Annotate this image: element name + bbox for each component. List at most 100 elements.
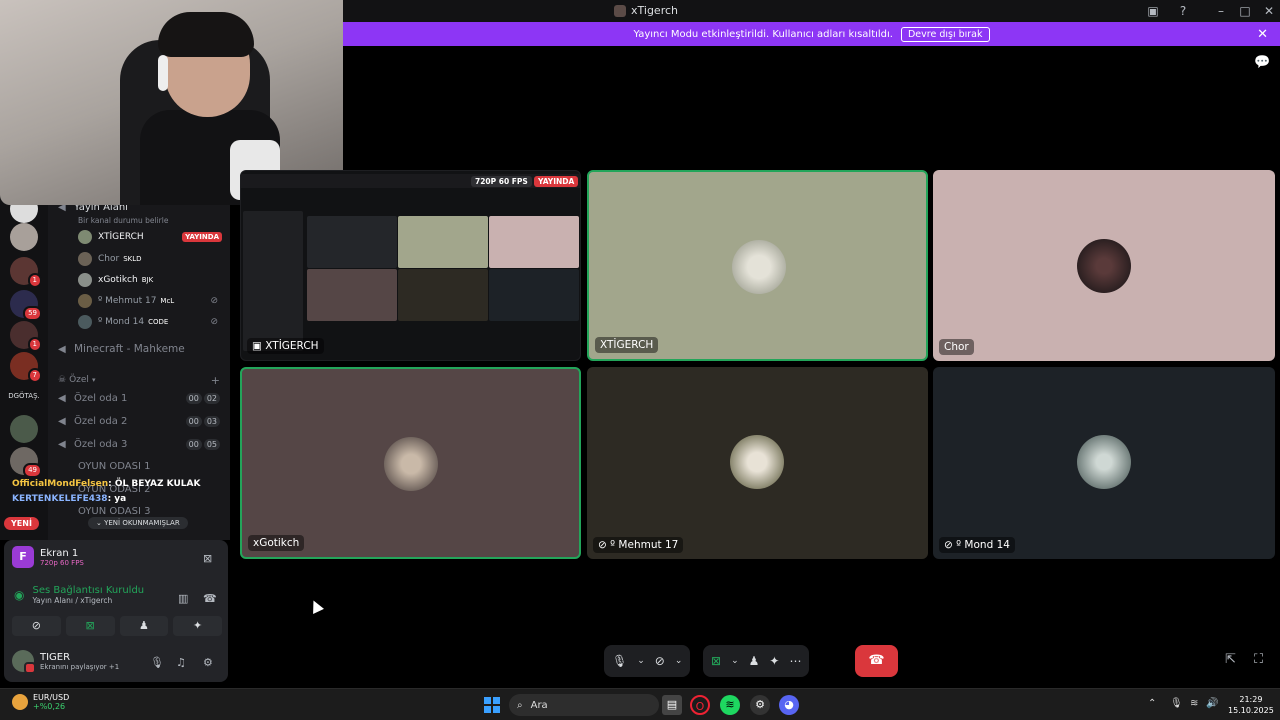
fullscreen-icon[interactable]: ⛶: [1254, 652, 1263, 667]
gear-icon[interactable]: ⚙: [203, 656, 213, 669]
tile-label: ⊘ º Mond 14: [939, 537, 1015, 553]
currency-widget[interactable]: EUR/USD +%0,26: [12, 693, 69, 711]
current-user[interactable]: TIGER Ekranını paylaşıyor +1: [12, 650, 119, 674]
muted-mic-icon: ⊘: [210, 317, 218, 327]
search-placeholder: Ara: [530, 699, 548, 711]
clan-tag: McL: [160, 297, 175, 305]
avatar: [78, 273, 92, 287]
clan-tag: SKLD: [123, 255, 142, 263]
chat-bubble-icon[interactable]: 💬: [1254, 55, 1270, 70]
participant-tile-xgotikch[interactable]: xGotikch: [240, 367, 581, 559]
mic-icon[interactable]: 🎙: [612, 654, 627, 668]
participant-tile-mehmut[interactable]: ⊘ º Mehmut 17: [587, 367, 928, 559]
server-icon[interactable]: 49: [10, 447, 42, 478]
server-icon[interactable]: 7: [10, 352, 42, 383]
chevron-down-icon[interactable]: ⌄: [637, 656, 645, 666]
activity-icon[interactable]: ♟: [749, 654, 760, 668]
stream-tile[interactable]: 720P 60 FPS YAYINDA ▣ XTİGERCH: [240, 170, 581, 361]
clock-date: 15.10.2025: [1228, 706, 1274, 715]
live-badge: YAYINDA: [534, 176, 579, 187]
window-title-text: xTigerch: [631, 4, 678, 17]
muted-mic-icon: ⊘: [598, 539, 611, 551]
discord-icon[interactable]: ◕: [779, 695, 799, 715]
voice-channel-ozel-3[interactable]: ◀ Özel oda 3 00 05: [58, 435, 228, 453]
voice-connection[interactable]: ◉ Ses Bağlantısı Kuruldu Yayın Alanı / x…: [14, 585, 144, 605]
opera-icon[interactable]: O: [690, 695, 710, 715]
screen-share-icon[interactable]: ⊠: [711, 654, 721, 668]
camera-off-icon[interactable]: ⊘: [655, 654, 665, 668]
soundboard-icon[interactable]: ✦: [769, 654, 779, 668]
avatar: [384, 437, 438, 491]
volume-icon[interactable]: 🔊: [1206, 698, 1218, 709]
minimize-button[interactable]: –: [1213, 3, 1229, 19]
avatar: [12, 650, 36, 674]
server-icon[interactable]: [10, 223, 38, 251]
unread-pill[interactable]: ⌄ YENİ OKUNMAMIŞLAR: [88, 517, 188, 529]
connection-status: Ses Bağlantısı Kuruldu: [32, 585, 145, 596]
participant-tile-mond[interactable]: ⊘ º Mond 14: [933, 367, 1275, 559]
chevron-down-icon[interactable]: ⌄: [731, 656, 739, 666]
avatar: [1077, 435, 1131, 489]
stop-stream-icon[interactable]: ⊠: [203, 552, 212, 565]
stream-preview-tile: [398, 216, 488, 268]
channel-status[interactable]: Bir kanal durumu belirle: [78, 211, 230, 229]
help-icon[interactable]: ?: [1175, 3, 1191, 19]
server-icon[interactable]: [10, 415, 38, 443]
tray-mic-icon[interactable]: 🎙: [1170, 698, 1183, 709]
server-icon[interactable]: 1: [10, 257, 42, 288]
tray-chevron-icon[interactable]: ⌃: [1148, 698, 1156, 709]
voice-user[interactable]: º Mond 14 CODE ⊘: [78, 313, 228, 331]
windows-start-icon[interactable]: [484, 697, 500, 713]
voice-channel-minecraft[interactable]: ◀ Minecraft - Mahkeme: [58, 340, 228, 358]
disconnect-call-button[interactable]: ☎: [855, 645, 898, 677]
popout-icon[interactable]: ⇱: [1225, 652, 1236, 667]
screen-share-icon: F: [12, 546, 34, 568]
category-ozel[interactable]: ☠ Özel ▾ +: [58, 371, 228, 389]
screen-share-info[interactable]: F Ekran 1 720p 60 FPS: [12, 546, 84, 568]
voice-channel-ozel-1[interactable]: ◀ Özel oda 1 00 02: [58, 389, 228, 407]
activity-button[interactable]: ♟: [119, 616, 169, 636]
server-text-icon[interactable]: DGÖTAŞ.: [4, 392, 44, 400]
close-banner-icon[interactable]: ✕: [1257, 27, 1268, 42]
file-explorer-icon[interactable]: ▤: [662, 695, 682, 715]
maximize-button[interactable]: □: [1237, 3, 1253, 19]
tile-label: Chor: [939, 339, 974, 355]
wifi-icon[interactable]: ≋: [1190, 698, 1198, 709]
discord-window: xTigerch ▣ ? – □ ✕ Yayıncı Modu etkinleş…: [0, 0, 1280, 720]
stream-preview-tile: [307, 216, 397, 268]
voice-channel-oyun-1[interactable]: OYUN ODASI 1: [78, 457, 230, 475]
soundboard-button[interactable]: ✦: [173, 616, 222, 636]
disable-streamer-mode-button[interactable]: Devre dışı bırak: [900, 26, 990, 42]
window-title: xTigerch: [614, 4, 678, 17]
voice-user[interactable]: º Mehmut 17 McL ⊘: [78, 292, 228, 310]
participant-tile-chor[interactable]: Chor: [933, 170, 1275, 361]
screen-share-button[interactable]: ⊠: [65, 616, 115, 636]
voice-channel-ozel-2[interactable]: ◀ Özel oda 2 00 03: [58, 412, 228, 430]
mic-icon[interactable]: 🎙: [150, 656, 164, 669]
stream-preview-tile: [489, 269, 579, 321]
tile-label: xGotikch: [248, 535, 305, 551]
add-channel-icon[interactable]: +: [211, 374, 220, 387]
participant-tile-xtigerch[interactable]: XTİGERCH: [587, 170, 928, 361]
spotify-icon[interactable]: ≋: [720, 695, 740, 715]
screen-title: Ekran 1: [40, 547, 79, 559]
chevron-down-icon[interactable]: ⌄: [675, 656, 683, 666]
currency-change: +%0,26: [33, 702, 66, 711]
more-icon[interactable]: ⋯: [789, 654, 801, 668]
noise-suppression-icon[interactable]: ▥: [178, 592, 188, 605]
inbox-icon[interactable]: ▣: [1145, 3, 1161, 19]
server-icon[interactable]: 1: [10, 321, 42, 352]
camera-off-button[interactable]: ⊘: [12, 616, 61, 636]
clock[interactable]: 21:29 15.10.2025: [1228, 694, 1274, 716]
steam-icon[interactable]: ⚙: [750, 695, 770, 715]
chat-overlay-message: OfficialMondFelsen: ÖL BEYAZ KULAK: [12, 479, 201, 489]
close-window-button[interactable]: ✕: [1261, 3, 1277, 19]
headphones-icon[interactable]: ♫: [176, 656, 186, 669]
voice-user[interactable]: XTİGERCH YAYINDA: [78, 228, 228, 246]
server-icon[interactable]: 59: [10, 290, 42, 321]
voice-user[interactable]: xGotikch BJK: [78, 271, 228, 289]
disconnect-icon[interactable]: ☎: [203, 592, 217, 605]
new-messages-pill[interactable]: YENİ: [4, 517, 39, 530]
voice-user[interactable]: Chor SKLD: [78, 250, 228, 268]
taskbar-search[interactable]: ⌕ Ara: [509, 694, 659, 716]
